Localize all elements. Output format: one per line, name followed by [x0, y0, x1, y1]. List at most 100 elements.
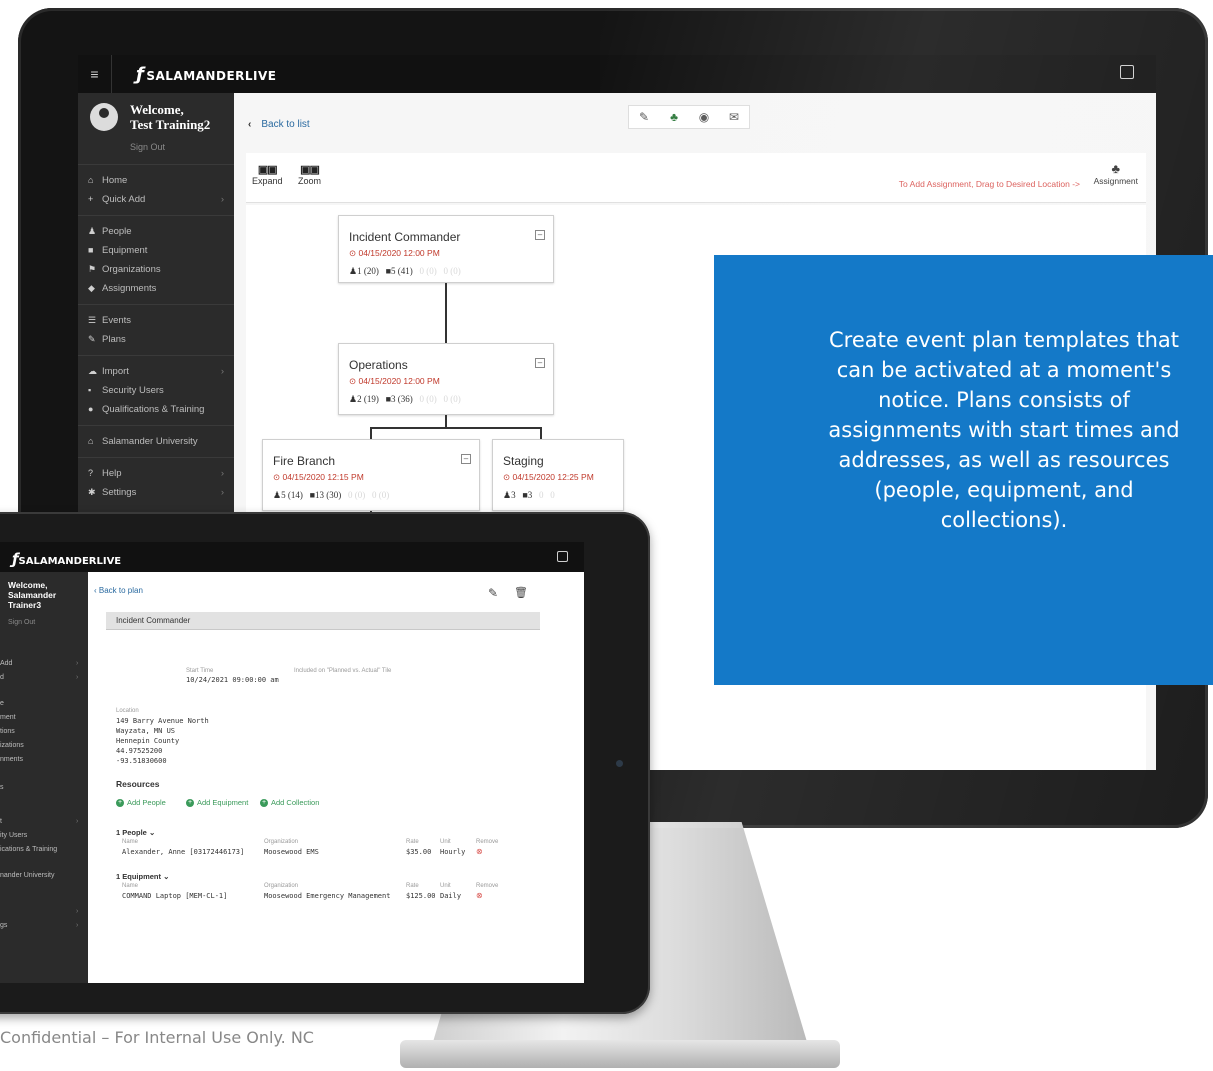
col-remove: Remove — [476, 883, 499, 889]
start-time-value: 10/24/2021 09:00:00 am — [186, 676, 279, 684]
add-collection-button[interactable]: + Add Collection — [260, 798, 319, 808]
sidebar-item-qualifications[interactable]: ● Qualifications & Training — [78, 400, 234, 419]
add-people-button[interactable]: + Add People — [116, 798, 166, 808]
sidebar-item[interactable]: Add › — [0, 660, 78, 667]
sidebar-item[interactable]: ity Users — [0, 832, 27, 839]
expand-icon: ▣▣ — [257, 164, 278, 176]
cert-icon: ● — [88, 404, 94, 414]
sidebar-item-quick-add[interactable]: + Quick Add › — [78, 190, 234, 209]
back-to-plan-link[interactable]: ‹ Back to plan — [94, 586, 143, 595]
col-organization: Organization — [264, 883, 299, 889]
sign-out-link[interactable]: Sign Out — [130, 142, 165, 152]
sidebar-item[interactable]: ment — [0, 714, 16, 721]
trash-icon[interactable]: 🗑 — [514, 586, 528, 599]
sidebar-item[interactable]: tions — [0, 728, 15, 735]
equipment-row-unit: Daily — [440, 892, 462, 900]
sidebar-item-assignments[interactable]: ◆ Assignments — [78, 279, 234, 298]
pencil-icon[interactable]: ✎ — [488, 586, 498, 600]
collapse-icon[interactable]: – — [535, 230, 545, 240]
expand-button[interactable]: ▣▣ Expand — [252, 163, 283, 186]
sidebar-item-help[interactable]: ? Help › — [78, 464, 234, 483]
university-icon: ⌂ — [88, 436, 94, 446]
sidebar-item[interactable]: izations — [0, 742, 24, 749]
node-fire-branch[interactable]: Fire Branch ⊙ 04/15/2020 12:15 PM ♟5 (14… — [262, 439, 480, 511]
sidebar-item-plans[interactable]: ✎ Plans — [78, 330, 234, 349]
zoom-icon: ▣▣ — [300, 164, 320, 176]
people-row-unit: Hourly — [440, 848, 466, 856]
zoom-button[interactable]: ▣▣ Zoom — [298, 163, 321, 186]
marketing-slide: ≡ ƒ SALAMANDERLIVE Welcome, Test Training2… — [0, 0, 1213, 1071]
view-toolbar: ✎ ♣ ◉ ✉ — [628, 105, 750, 129]
start-time-label: Start Time — [186, 668, 214, 674]
app-logo[interactable]: ƒSALAMANDERLIVE — [12, 550, 121, 568]
hamburger-menu-icon[interactable]: ≡ — [78, 55, 112, 93]
sidebar-item-university[interactable]: ⌂ Salamander University — [78, 432, 234, 451]
col-organization: Organization — [264, 839, 299, 845]
sidebar-item-organizations[interactable]: ⚑ Organizations — [78, 260, 234, 279]
sidebar-item-home[interactable]: ⌂ Home — [78, 171, 234, 190]
sidebar-item-settings[interactable]: ✱ Settings › — [78, 483, 234, 502]
sign-out-link[interactable]: Sign Out — [8, 619, 35, 626]
fullscreen-icon[interactable] — [1120, 65, 1134, 79]
remove-icon[interactable]: ⊗ — [476, 891, 483, 900]
welcome-text: Welcome, Test Training2 — [130, 102, 211, 132]
app-logo[interactable]: ƒSALAMANDERLIVE — [136, 64, 276, 85]
chevron-right-icon: › — [220, 487, 224, 498]
fullscreen-icon[interactable] — [557, 551, 568, 562]
sidebar-item-people[interactable]: ♟ People — [78, 222, 234, 241]
add-equipment-button[interactable]: + Add Equipment — [186, 798, 248, 808]
chevron-down-icon: ⌄ — [148, 828, 156, 837]
welcome-text: Welcome, Salamander Trainer3 — [8, 580, 57, 610]
assignment-drag-source[interactable]: ♣ Assignment — [1094, 161, 1138, 186]
sidebar-item[interactable]: nander University — [0, 872, 54, 879]
col-name: Name — [122, 839, 139, 845]
tablet-main: ‹ Back to plan ✎ 🗑 Incident Commander St… — [88, 572, 584, 983]
confidential-footer: Confidential – For Internal Use Only. NC — [0, 1028, 314, 1047]
equipment-row-org: Moosewood Emergency Management — [264, 892, 391, 900]
sidebar-item[interactable]: d › — [0, 674, 78, 681]
sidebar-item[interactable]: e — [0, 700, 4, 707]
address-line: Hennepin County — [116, 737, 180, 745]
plus-icon: + — [88, 194, 94, 204]
connector-line — [445, 283, 447, 343]
edit-icon: ✎ — [88, 334, 96, 344]
connector-line — [370, 427, 372, 439]
drag-hint: To Add Assignment, Drag to Desired Locat… — [898, 179, 1080, 189]
sidebar-item[interactable]: nments — [0, 756, 23, 763]
address-line: -93.51830600 — [116, 757, 167, 765]
sidebar-item[interactable]: s — [0, 784, 4, 791]
chevron-right-icon: › — [220, 194, 224, 205]
equipment-row-name: COMMAND Laptop [MEM-CL-1] — [122, 892, 228, 900]
sidebar-item-equipment[interactable]: ■ Equipment — [78, 241, 234, 260]
org-chart-icon[interactable]: ♣ — [659, 106, 689, 128]
app-topbar: ≡ ƒ SALAMANDERLIVE — [78, 55, 1156, 93]
col-rate: Rate — [406, 883, 419, 889]
col-rate: Rate — [406, 839, 419, 845]
sidebar-item-import[interactable]: ☁ Import › — [78, 362, 234, 381]
sidebar-item-security-users[interactable]: ▪ Security Users — [78, 381, 234, 400]
col-unit: Unit — [440, 839, 451, 845]
collapse-icon[interactable]: – — [535, 358, 545, 368]
back-to-list-link[interactable]: ‹ Back to list — [248, 119, 310, 130]
chevron-left-icon: ‹ — [248, 119, 252, 130]
equipment-section-toggle[interactable]: 1 Equipment ⌄ — [116, 872, 169, 881]
plus-circle-icon: + — [260, 799, 268, 808]
gear-icon: ✱ — [88, 487, 96, 497]
sidebar-item[interactable]: t › — [0, 818, 78, 825]
sidebar-item[interactable]: gs › — [0, 922, 78, 929]
node-staging[interactable]: Staging ⊙ 04/15/2020 12:25 PM ♟3 ■3 0 0 — [492, 439, 624, 511]
tag-icon: ◆ — [88, 283, 95, 293]
help-icon: ? — [88, 468, 94, 478]
edit-icon[interactable]: ✎ — [629, 106, 659, 128]
people-section-toggle[interactable]: 1 People ⌄ — [116, 828, 155, 837]
sidebar-item[interactable]: ications & Training — [0, 846, 57, 853]
envelope-icon[interactable]: ✉ — [719, 106, 749, 128]
chart-tool-panel: ▣▣ Expand ▣▣ Zoom To Add Assignment, Drag … — [246, 153, 1146, 203]
avatar — [90, 103, 118, 131]
node-operations[interactable]: Operations ⊙ 04/15/2020 12:00 PM ♟2 (19)… — [338, 343, 554, 415]
sidebar-item-events[interactable]: ☰ Events — [78, 311, 234, 330]
node-incident-commander[interactable]: Incident Commander ⊙ 04/15/2020 12:00 PM… — [338, 215, 554, 283]
remove-icon[interactable]: ⊗ — [476, 847, 483, 856]
globe-icon[interactable]: ◉ — [689, 106, 719, 128]
collapse-icon[interactable]: – — [461, 454, 471, 464]
